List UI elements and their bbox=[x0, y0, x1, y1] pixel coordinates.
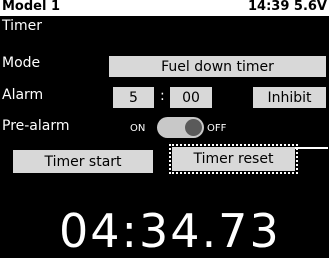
status-readout: 14:39 5.6V bbox=[248, 0, 327, 14]
timer-reset-button[interactable]: Timer reset bbox=[172, 147, 295, 171]
battery-voltage: 5.6V bbox=[293, 0, 327, 14]
timer-display: 04:34.73 bbox=[59, 204, 281, 258]
timer-start-button[interactable]: Timer start bbox=[13, 150, 153, 173]
alarm-colon: : bbox=[160, 88, 165, 104]
prealarm-toggle[interactable] bbox=[157, 117, 204, 138]
alarm-inhibit-button[interactable]: Inhibit bbox=[253, 87, 326, 108]
alarm-minutes-field[interactable]: 5 bbox=[113, 87, 154, 108]
prealarm-off-label: OFF bbox=[207, 123, 227, 134]
alarm-seconds-field[interactable]: 00 bbox=[170, 87, 212, 108]
header-bar: Model 1 14:39 5.6V bbox=[0, 0, 329, 16]
clock-time: 14:39 bbox=[247, 0, 290, 14]
screen-title: Timer bbox=[2, 18, 43, 34]
model-name: Model 1 bbox=[2, 0, 61, 14]
mode-label: Mode bbox=[2, 55, 41, 71]
toggle-knob bbox=[185, 119, 202, 136]
alarm-label: Alarm bbox=[2, 87, 44, 103]
prealarm-on-label: ON bbox=[130, 123, 146, 134]
mode-select-button[interactable]: Fuel down timer bbox=[109, 56, 326, 77]
prealarm-label: Pre-alarm bbox=[2, 118, 70, 134]
